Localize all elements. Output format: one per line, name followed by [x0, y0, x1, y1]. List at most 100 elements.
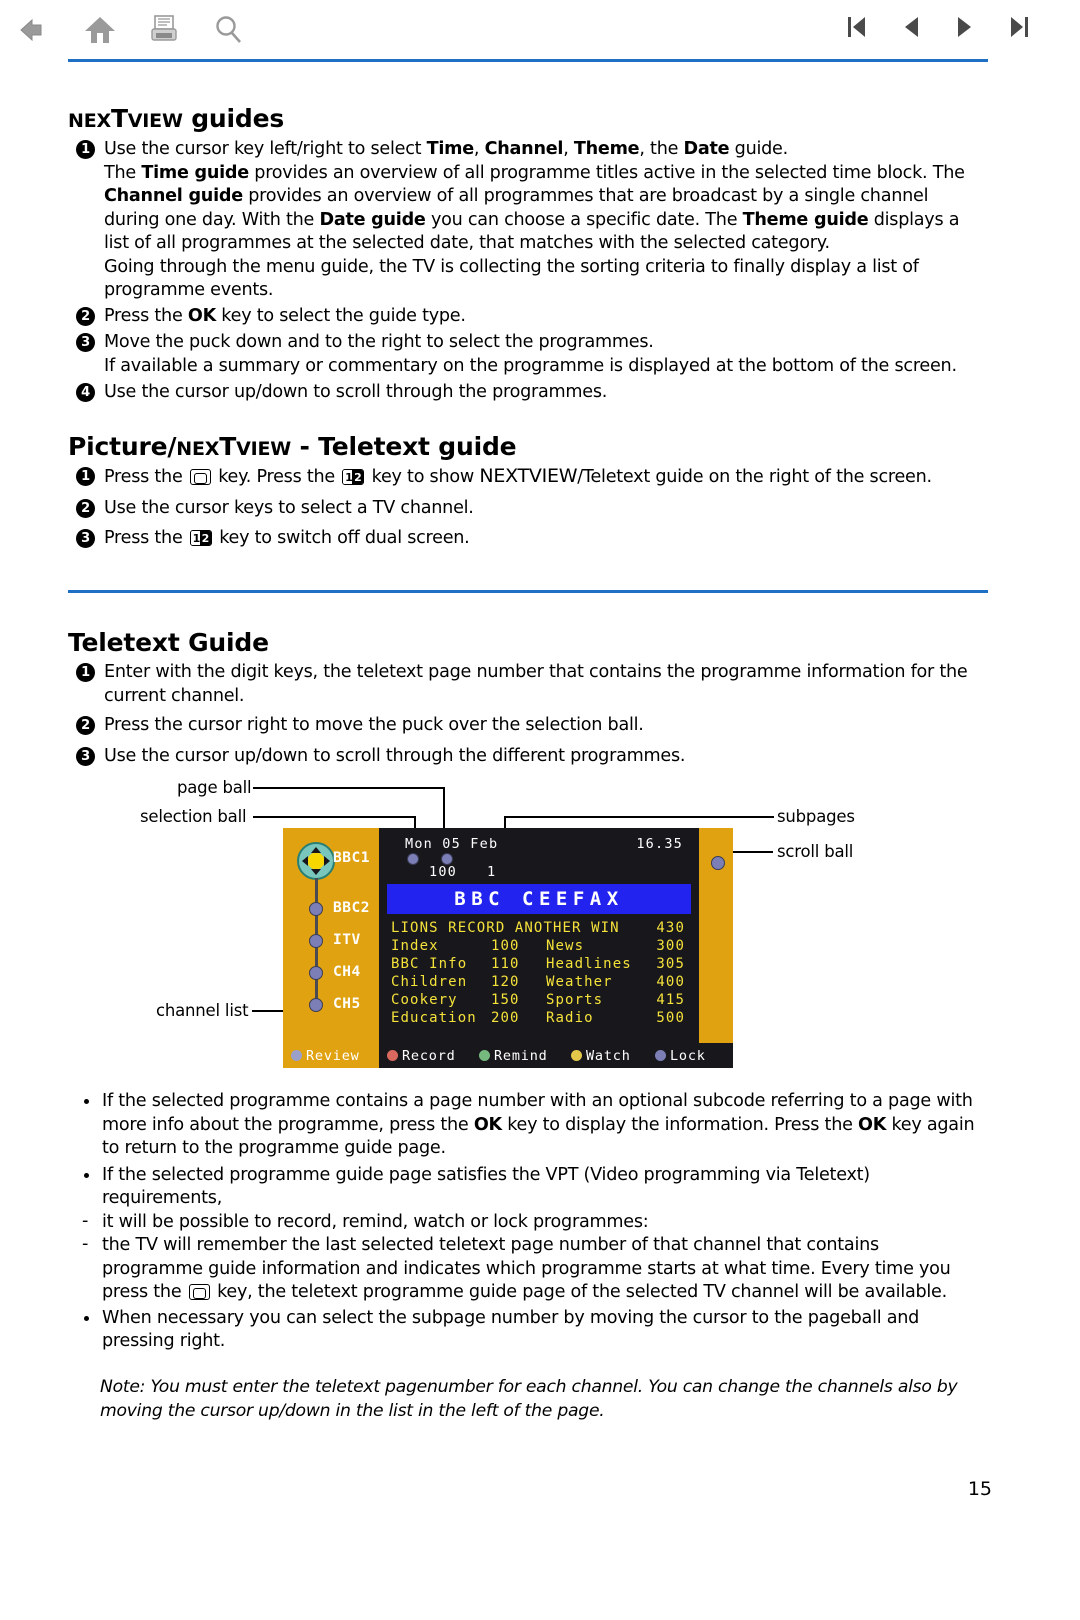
row-right-name: News — [546, 938, 585, 954]
bold-theme: Theme — [573, 139, 640, 159]
bullet-1-text: If the selected programme contains a pag… — [102, 1091, 975, 1158]
step-number-badge: 2 — [76, 716, 95, 735]
teletext-notes-list: If the selected programme contains a pag… — [72, 1090, 982, 1354]
section-divider — [68, 590, 988, 593]
watch-dot-icon — [571, 1050, 582, 1061]
channel-name[interactable]: CH5 — [333, 996, 361, 1012]
print-icon[interactable] — [142, 8, 186, 52]
function-remind[interactable]: Remind — [479, 1043, 548, 1068]
first-page-icon[interactable] — [844, 12, 870, 42]
function-record[interactable]: Record — [387, 1043, 456, 1068]
list-item: If the selected programme guide page sat… — [72, 1164, 982, 1211]
row-right-name: Weather — [546, 974, 613, 990]
dash-1-text: it will be possible to record, remind, w… — [102, 1211, 649, 1232]
step-number-badge: 1 — [76, 663, 95, 682]
section-title-picture-nextview-teletext: Picture/NEXTVIEW - Teletext guide — [68, 432, 517, 461]
back-arrow-icon[interactable] — [14, 8, 58, 52]
row-right-name: Sports — [546, 992, 604, 1008]
puck-core — [307, 852, 325, 870]
screen-subpage-number: 1 — [487, 864, 497, 880]
label-selection-ball: selection ball — [140, 807, 247, 826]
row-right-page: 500 — [656, 1010, 685, 1026]
picture-teletext-steps: 1 Press the key. Press the 12 key to sho… — [68, 465, 983, 551]
selection-ball[interactable] — [407, 853, 419, 865]
bold-time-guide: Time guide — [141, 162, 249, 183]
list-item: 2 Press the OK key to select the guide t… — [68, 305, 983, 329]
function-lock[interactable]: Lock — [655, 1043, 706, 1068]
remind-dot-icon — [479, 1050, 490, 1061]
step-1-line-3: Going through the menu guide, the TV is … — [104, 256, 919, 301]
toolbar-left-group — [14, 8, 250, 52]
p-step-2: Use the cursor keys to select a TV chann… — [104, 497, 474, 518]
p-step-1: Press the key. Press the 12 key to show … — [104, 465, 932, 487]
puck-up-arrow-icon — [311, 847, 321, 853]
page-number: 15 — [967, 1478, 992, 1500]
toolbar-pagination-group — [844, 12, 1032, 42]
row-left-name: Children — [391, 974, 468, 990]
cursor-puck[interactable] — [297, 842, 335, 880]
search-icon[interactable] — [206, 8, 250, 52]
channel-ball[interactable] — [309, 902, 323, 916]
function-watch[interactable]: Watch — [571, 1043, 631, 1068]
lock-dot-icon — [655, 1050, 666, 1061]
previous-page-icon[interactable] — [898, 12, 924, 42]
leader-selection-ball — [253, 816, 416, 818]
row-right-page: 415 — [656, 992, 685, 1008]
screen-clock: 16.35 — [636, 836, 683, 852]
home-icon[interactable] — [78, 8, 122, 52]
title-t: T — [110, 104, 128, 133]
next-page-icon[interactable] — [952, 12, 978, 42]
bullet-dot-icon — [84, 1099, 89, 1104]
bold-channel-guide: Channel guide — [104, 186, 243, 206]
row-left-name: Education — [391, 1010, 477, 1026]
dash-marker: - — [82, 1234, 89, 1254]
t-step-1-line-1: Enter with the digit keys, the teletext … — [104, 662, 968, 682]
list-item: When necessary you can select the subpag… — [72, 1307, 982, 1354]
leader-subpages — [504, 816, 774, 818]
channel-ball[interactable] — [309, 966, 323, 980]
label-scroll-ball: scroll ball — [777, 842, 854, 861]
function-review[interactable]: Review — [291, 1043, 360, 1068]
label-page-ball: page ball — [177, 778, 252, 797]
label-channel-list: channel list — [156, 1001, 249, 1020]
channel-name[interactable]: BBC1 — [333, 850, 370, 866]
document-toolbar — [0, 0, 1080, 62]
channel-name[interactable]: ITV — [333, 932, 361, 948]
teletext-headline: LIONS RECORD ANOTHER WIN — [391, 920, 620, 936]
list-item: 3 Use the cursor up/down to scroll throu… — [68, 745, 983, 769]
scroll-ball[interactable] — [711, 856, 725, 870]
teletext-key-icon — [189, 469, 211, 485]
dash-2-text: the TV will remember the last selected t… — [102, 1235, 951, 1302]
row-right-name: Radio — [546, 1010, 594, 1026]
bold-date-guide: Date guide — [319, 209, 426, 230]
teletext-guide-steps: 1 Enter with the digit keys, the teletex… — [68, 661, 983, 768]
teletext-screen-diagram: page ball selection ball subpages scroll… — [140, 775, 900, 1070]
bullet-dot-icon — [84, 1315, 89, 1321]
bold-channel: Channel — [484, 139, 564, 159]
dual-screen-key-icon: 12 — [189, 530, 212, 546]
channel-ball[interactable] — [309, 934, 323, 948]
teletext-headline-page: 430 — [656, 920, 685, 936]
channel-ball[interactable] — [309, 998, 323, 1012]
page-title-nextview-guides: NEXTVIEW guides — [68, 104, 284, 133]
t-step-2: Press the cursor right to move the puck … — [104, 715, 644, 735]
title-nex: NEX — [68, 110, 111, 132]
list-item: 1 Press the key. Press the 12 key to sho… — [68, 465, 983, 490]
row-left-name: BBC Info — [391, 956, 468, 972]
channel-name[interactable]: BBC2 — [333, 900, 370, 916]
step-number-badge: 4 — [76, 383, 95, 402]
row-left-page: 110 — [491, 956, 520, 972]
last-page-icon[interactable] — [1006, 12, 1032, 42]
step-number-badge: 1 — [76, 140, 95, 159]
nextview-guides-steps: 1 Use the cursor key left/right to selec… — [68, 138, 983, 405]
channel-list-column: BBC1 BBC2 ITV CH4 CH5 — [283, 828, 379, 1068]
row-left-page: 120 — [491, 974, 520, 990]
header-divider — [68, 59, 988, 62]
step-3-line-2: If available a summary or commentary on … — [104, 355, 957, 376]
channel-name[interactable]: CH4 — [333, 964, 361, 980]
bullet-3-text: When necessary you can select the subpag… — [102, 1307, 920, 1352]
bold-ok: OK — [473, 1114, 502, 1135]
bold-date: Date — [683, 139, 730, 159]
row-right-page: 400 — [656, 974, 685, 990]
teletext-screen: Mon 05 Feb 16.35 100 1 BBC CEEFAX LIONS … — [379, 828, 699, 1068]
